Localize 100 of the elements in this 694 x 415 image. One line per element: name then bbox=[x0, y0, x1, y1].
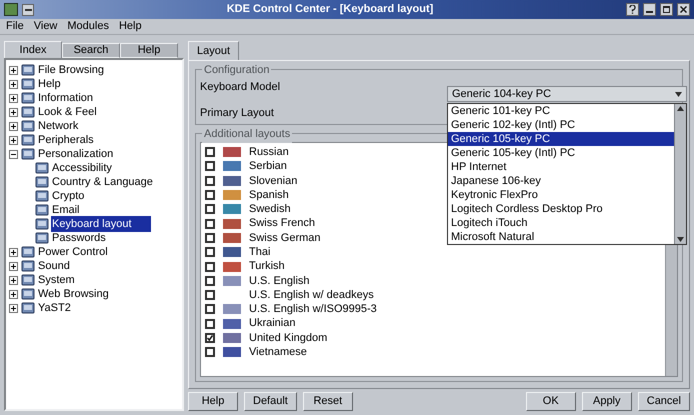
checkbox[interactable] bbox=[205, 176, 215, 186]
dropdown-option[interactable]: Logitech Cordless Desktop Pro bbox=[448, 202, 674, 216]
dialog-button[interactable]: Cancel bbox=[638, 392, 690, 411]
dropdown-option[interactable]: Generic 105-key PC bbox=[448, 132, 674, 146]
expander-icon[interactable] bbox=[9, 80, 18, 88]
minimize-button[interactable] bbox=[643, 3, 656, 16]
scroll-up-icon[interactable] bbox=[675, 104, 686, 113]
tree-item[interactable]: Country & Language bbox=[51, 174, 154, 190]
tree-item[interactable]: Look & Feel bbox=[37, 104, 98, 120]
expander-icon[interactable] bbox=[9, 304, 18, 312]
tree-item[interactable]: YaST2 bbox=[37, 300, 72, 316]
module-icon bbox=[35, 190, 49, 202]
window-menu-icon[interactable] bbox=[22, 4, 34, 16]
tree-item[interactable]: Peripherals bbox=[37, 132, 95, 148]
layout-name: Thai bbox=[249, 244, 270, 260]
checkbox[interactable] bbox=[205, 161, 215, 172]
dialog-button[interactable]: Reset bbox=[302, 392, 353, 411]
module-icon bbox=[35, 162, 49, 174]
scrollbar[interactable] bbox=[674, 104, 686, 244]
checkbox[interactable] bbox=[205, 232, 215, 243]
menu-item[interactable]: Help bbox=[118, 18, 142, 35]
dropdown-option[interactable]: Microsoft Natural bbox=[448, 230, 674, 244]
checkbox[interactable] bbox=[205, 262, 215, 272]
tree-item[interactable]: Network bbox=[37, 118, 80, 134]
dropdown-option[interactable]: Keytronic FlexPro bbox=[448, 188, 674, 202]
help-button[interactable] bbox=[626, 3, 639, 16]
tree-item[interactable]: File Browsing bbox=[37, 62, 106, 78]
checkbox[interactable] bbox=[205, 318, 215, 329]
tree-item[interactable]: Help bbox=[37, 76, 62, 92]
expander-icon[interactable] bbox=[9, 248, 18, 256]
scroll-down-icon[interactable] bbox=[675, 235, 686, 244]
tree-item[interactable]: Passwords bbox=[51, 230, 107, 246]
tree-item[interactable]: System bbox=[37, 272, 76, 288]
checkbox[interactable] bbox=[205, 290, 215, 300]
checkbox[interactable] bbox=[205, 347, 215, 358]
menu-item[interactable]: Modules bbox=[67, 18, 109, 35]
dialog-button[interactable]: Default bbox=[244, 392, 297, 411]
expander-icon[interactable] bbox=[9, 108, 18, 116]
checkbox[interactable] bbox=[205, 304, 215, 314]
sidebar-tab[interactable]: Help bbox=[120, 43, 178, 58]
layout-name: U.S. English w/ISO9995-3 bbox=[249, 302, 377, 318]
module-icon bbox=[21, 260, 35, 272]
layout-name: Ukrainian bbox=[249, 316, 296, 332]
dialog-button[interactable]: Help bbox=[188, 392, 238, 411]
expander-icon[interactable] bbox=[9, 290, 18, 298]
tree-item[interactable]: Power Control bbox=[37, 244, 109, 260]
checkbox[interactable] bbox=[205, 218, 215, 229]
tree-item[interactable]: Crypto bbox=[51, 188, 86, 204]
tree-item[interactable]: Sound bbox=[37, 258, 71, 274]
group-title: Configuration bbox=[202, 62, 272, 78]
dialog-button[interactable]: OK bbox=[526, 392, 576, 411]
checkbox[interactable] bbox=[205, 190, 215, 200]
app-icon[interactable] bbox=[4, 3, 18, 16]
dropdown-option[interactable]: HP Internet bbox=[448, 160, 674, 174]
tree-item[interactable]: Information bbox=[37, 90, 94, 106]
menu-item[interactable]: View bbox=[34, 18, 58, 35]
tree-item[interactable]: Accessibility bbox=[51, 160, 113, 176]
tree-item[interactable]: Keyboard layout bbox=[51, 216, 151, 232]
maximize-button[interactable] bbox=[660, 3, 673, 16]
dropdown-option[interactable]: Logitech iTouch bbox=[448, 216, 674, 230]
dropdown-option[interactable]: Generic 101-key PC bbox=[448, 104, 674, 118]
window-title: KDE Control Center - [Keyboard layout] bbox=[226, 2, 434, 18]
tree-item[interactable]: Email bbox=[51, 202, 81, 218]
dialog-button[interactable]: Apply bbox=[582, 392, 632, 411]
module-icon bbox=[21, 120, 35, 132]
expander-icon[interactable] bbox=[9, 150, 18, 158]
expander-icon[interactable] bbox=[9, 122, 18, 130]
layout-name: Serbian bbox=[249, 159, 287, 174]
expander-icon[interactable] bbox=[9, 276, 18, 284]
dropdown-option[interactable]: Japanese 106-key bbox=[448, 174, 674, 188]
layout-tab[interactable]: Layout bbox=[188, 41, 240, 60]
checkbox[interactable] bbox=[205, 276, 215, 286]
checkbox[interactable] bbox=[205, 204, 215, 214]
module-icon bbox=[21, 302, 35, 314]
close-icon bbox=[680, 6, 687, 13]
dropdown-option[interactable]: Generic 105-key (Intl) PC bbox=[448, 146, 674, 160]
menu-item[interactable]: File bbox=[6, 18, 24, 35]
checkbox[interactable] bbox=[205, 247, 215, 258]
expander-icon[interactable] bbox=[9, 94, 18, 102]
layout-name: Turkish bbox=[249, 259, 285, 274]
module-icon bbox=[35, 176, 49, 188]
tree-item[interactable]: Web Browsing bbox=[37, 286, 110, 302]
keyboard-model-dropdown[interactable]: Generic 104-key PC bbox=[447, 86, 687, 102]
module-icon bbox=[21, 134, 35, 146]
module-icon bbox=[21, 288, 35, 300]
sidebar-tab[interactable]: Index bbox=[4, 41, 62, 58]
dropdown-option[interactable]: Generic 102-key (Intl) PC bbox=[448, 118, 674, 132]
sidebar-tab[interactable]: Search bbox=[62, 43, 120, 58]
layout-name: Spanish bbox=[249, 188, 289, 203]
close-button[interactable] bbox=[677, 3, 690, 16]
expander-icon[interactable] bbox=[9, 66, 18, 74]
group-title: Additional layouts bbox=[202, 126, 292, 142]
tree-item[interactable]: Personalization bbox=[37, 146, 114, 162]
expander-icon[interactable] bbox=[9, 262, 18, 270]
checkbox[interactable] bbox=[205, 333, 215, 343]
checkbox[interactable] bbox=[205, 147, 215, 158]
module-icon bbox=[35, 204, 49, 216]
module-icon bbox=[21, 64, 35, 76]
expander-icon[interactable] bbox=[9, 136, 18, 144]
module-icon bbox=[21, 246, 35, 258]
